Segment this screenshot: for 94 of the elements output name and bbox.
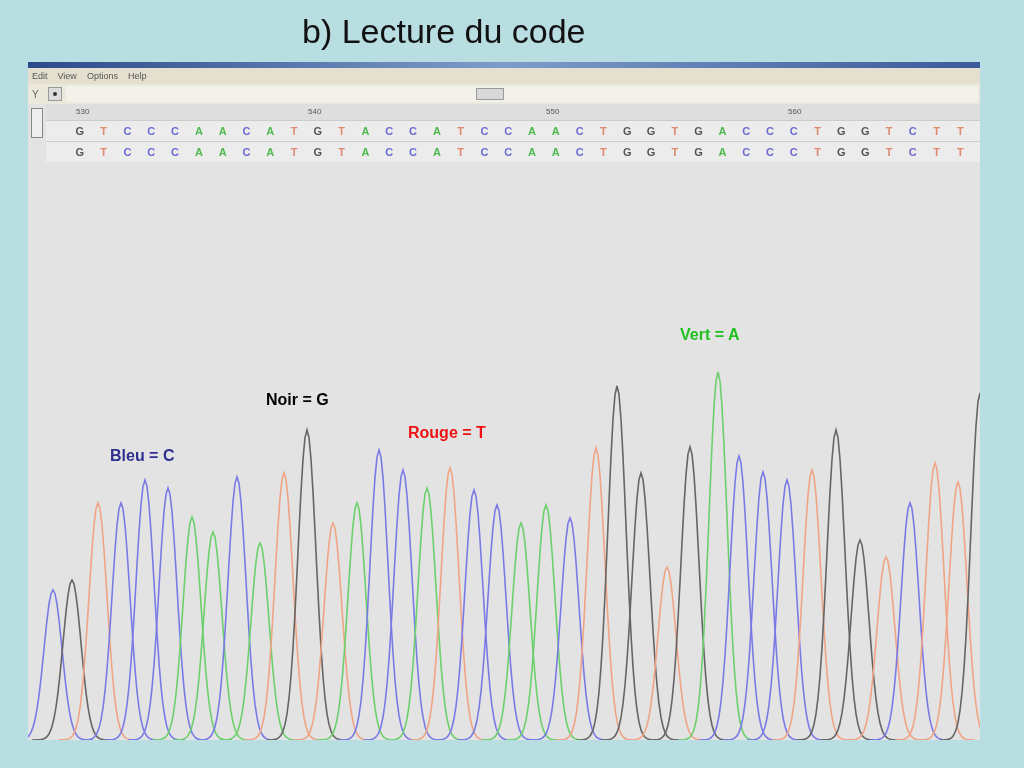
base-letter: C xyxy=(408,146,419,158)
base-letter: A xyxy=(193,146,204,158)
base-letter: T xyxy=(456,146,465,158)
legend-label: Bleu = C xyxy=(110,447,175,465)
base-letter: A xyxy=(217,125,228,137)
toolbar-button[interactable] xyxy=(48,87,62,101)
base-letter: T xyxy=(289,125,299,137)
base-letter: T xyxy=(884,125,894,137)
base-letter: C xyxy=(741,146,752,158)
base-letter: T xyxy=(932,146,941,158)
base-letter: C xyxy=(408,125,419,137)
base-letter: C xyxy=(384,146,395,158)
base-letter: G xyxy=(621,146,633,158)
base-letter: C xyxy=(170,146,181,158)
base-letter: T xyxy=(99,146,109,158)
base-letter: C xyxy=(574,146,585,158)
base-letter: T xyxy=(670,146,680,158)
base-letter: C xyxy=(765,146,775,158)
base-letter: A xyxy=(360,146,371,158)
base-letter: T xyxy=(670,125,680,137)
base-letter: G xyxy=(312,146,324,158)
base-letter: A xyxy=(265,146,276,158)
ruler-number: 550 xyxy=(546,107,560,116)
base-letter: A xyxy=(717,146,728,158)
base-letter: A xyxy=(431,125,442,137)
base-letter: T xyxy=(932,125,941,137)
scroll-thumb[interactable] xyxy=(476,88,504,100)
base-letter: C xyxy=(503,146,514,158)
slide-title: b) Lecture du code xyxy=(302,11,586,51)
base-letter: C xyxy=(122,146,133,158)
base-letter: C xyxy=(146,146,157,158)
base-letter: G xyxy=(859,125,871,137)
legend-label: Rouge = T xyxy=(408,424,486,442)
menu-item[interactable]: Edit xyxy=(32,71,48,81)
base-letter: T xyxy=(599,125,608,137)
base-letter: G xyxy=(645,146,657,158)
base-letter: G xyxy=(836,125,847,137)
base-letter: T xyxy=(337,146,347,158)
ruler-number: 540 xyxy=(308,107,322,116)
base-letter: A xyxy=(193,125,204,137)
base-letter: G xyxy=(693,146,704,158)
base-letter: C xyxy=(479,125,490,137)
base-letter: T xyxy=(337,125,347,137)
base-letter: C xyxy=(122,125,133,137)
base-letter: G xyxy=(693,125,704,137)
base-letter: C xyxy=(907,146,918,158)
base-letter: C xyxy=(741,125,752,137)
menu-item[interactable]: Help xyxy=(127,71,147,81)
base-letter: A xyxy=(265,125,276,137)
base-letter: C xyxy=(574,125,585,137)
side-button[interactable] xyxy=(31,108,43,138)
base-letter: T xyxy=(956,125,965,137)
base-letter: C xyxy=(146,125,157,137)
base-letter: C xyxy=(788,146,799,158)
base-letter: A xyxy=(217,146,228,158)
ruler-number: 560 xyxy=(788,107,802,116)
base-letter: C xyxy=(241,146,252,158)
toolbar-label: Y xyxy=(32,88,40,100)
base-letter: C xyxy=(170,125,181,137)
base-letter: A xyxy=(717,125,728,137)
base-letter: T xyxy=(813,146,822,158)
base-letter: T xyxy=(99,125,109,137)
base-letter: A xyxy=(527,146,537,158)
base-letter: T xyxy=(884,146,894,158)
base-letter: G xyxy=(74,146,86,158)
base-letter: C xyxy=(384,125,395,137)
menu-item[interactable]: Options xyxy=(86,71,118,81)
base-letter: G xyxy=(645,125,657,137)
base-letter: T xyxy=(813,125,822,137)
base-letter: A xyxy=(550,125,561,137)
base-letter: C xyxy=(907,125,918,137)
base-letter: C xyxy=(503,125,514,137)
base-letter: T xyxy=(289,146,299,158)
base-letter: A xyxy=(550,146,561,158)
legend-label: Vert = A xyxy=(680,326,740,344)
base-letter: C xyxy=(765,125,775,137)
ruler-number: 530 xyxy=(76,107,90,116)
base-letter: C xyxy=(241,125,252,137)
base-letter: C xyxy=(479,146,490,158)
base-letter: A xyxy=(431,146,442,158)
dot-icon xyxy=(53,92,57,96)
base-letter: T xyxy=(456,125,465,137)
legend-label: Noir = G xyxy=(266,391,329,409)
base-letter: G xyxy=(312,125,324,137)
base-letter: G xyxy=(836,146,847,158)
base-letter: A xyxy=(527,125,537,137)
base-letter: G xyxy=(859,146,871,158)
base-letter: G xyxy=(621,125,633,137)
base-letter: G xyxy=(74,125,86,137)
menu-item[interactable]: View xyxy=(57,71,77,81)
base-letter: T xyxy=(956,146,965,158)
base-letter: T xyxy=(599,146,608,158)
base-letter: A xyxy=(360,125,371,137)
base-letter: C xyxy=(788,125,799,137)
